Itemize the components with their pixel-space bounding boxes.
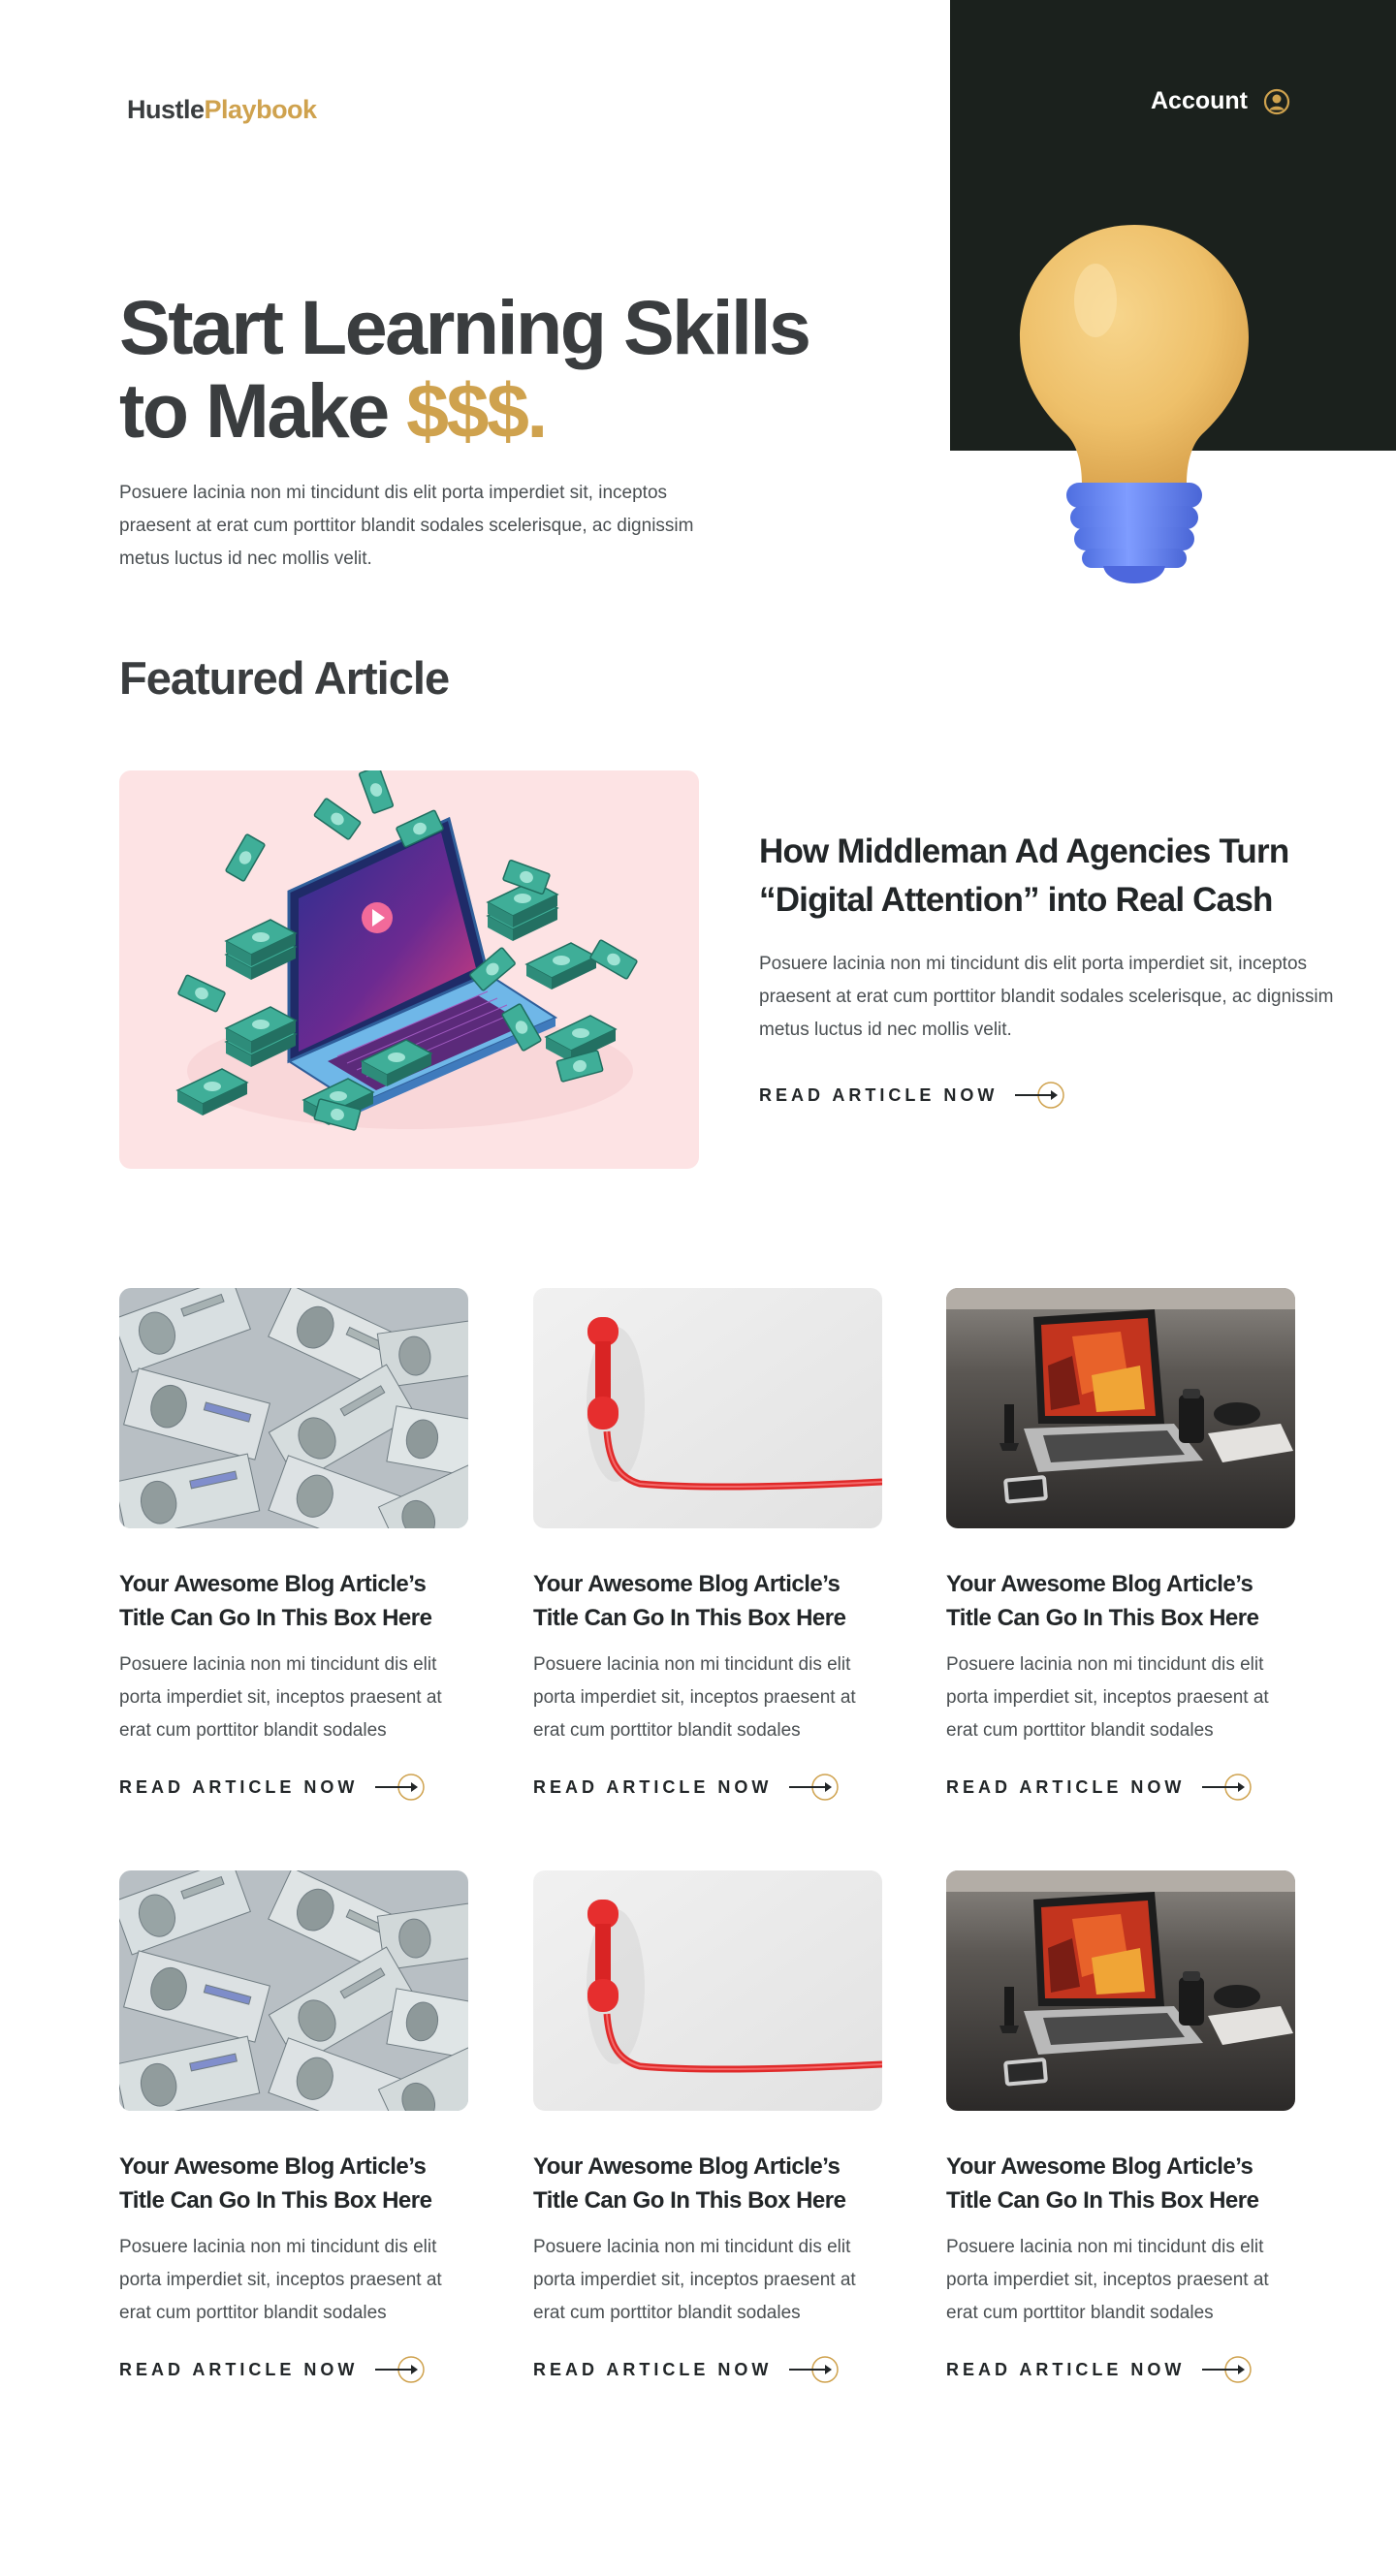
lightbulb-illustration xyxy=(1020,225,1249,583)
read-article-label: READ ARTICLE NOW xyxy=(946,2359,1186,2379)
article-title[interactable]: Your Awesome Blog Article’s Title Can Go… xyxy=(533,1567,882,1635)
featured-read-article-link[interactable]: READ ARTICLE NOW xyxy=(759,1081,1065,1110)
laptop-desk-photo xyxy=(946,1870,1295,2111)
account-label: Account xyxy=(1151,87,1248,114)
laptop-with-money-illustration xyxy=(176,770,639,1132)
arrow-right-circle-icon xyxy=(373,2355,426,2384)
arrow-right-circle-icon xyxy=(787,2355,840,2384)
article-card: Your Awesome Blog Article’s Title Can Go… xyxy=(119,1288,468,1802)
article-title[interactable]: Your Awesome Blog Article’s Title Can Go… xyxy=(119,1567,468,1635)
article-card: Your Awesome Blog Article’s Title Can Go… xyxy=(533,1870,882,2384)
article-image-laptop-desk[interactable] xyxy=(946,1288,1295,1528)
read-article-link[interactable]: READ ARTICLE NOW xyxy=(946,2355,1295,2384)
featured-article-image[interactable] xyxy=(119,770,699,1169)
hero-title-line1: Start Learning Skills xyxy=(119,284,811,370)
article-excerpt: Posuere lacinia non mi tincidunt dis eli… xyxy=(119,2237,442,2323)
article-excerpt: Posuere lacinia non mi tincidunt dis eli… xyxy=(946,2237,1269,2323)
arrow-right-circle-icon xyxy=(1013,1081,1065,1110)
article-excerpt: Posuere lacinia non mi tincidunt dis eli… xyxy=(533,1654,856,1741)
read-article-label: READ ARTICLE NOW xyxy=(119,2359,359,2379)
article-image-dollar-bills[interactable] xyxy=(119,1870,468,2111)
read-article-link[interactable]: READ ARTICLE NOW xyxy=(119,1773,468,1802)
read-article-label: READ ARTICLE NOW xyxy=(946,1776,1186,1797)
article-image-red-telephone[interactable] xyxy=(533,1870,882,2111)
read-article-label: READ ARTICLE NOW xyxy=(533,2359,773,2379)
article-title[interactable]: Your Awesome Blog Article’s Title Can Go… xyxy=(946,2150,1295,2217)
featured-section-title: Featured Article xyxy=(119,652,450,704)
article-excerpt: Posuere lacinia non mi tincidunt dis eli… xyxy=(119,1654,442,1741)
hero-description: Posuere lacinia non mi tincidunt dis eli… xyxy=(119,483,694,569)
article-title[interactable]: Your Awesome Blog Article’s Title Can Go… xyxy=(119,2150,468,2217)
article-image-red-telephone[interactable] xyxy=(533,1288,882,1528)
read-article-link[interactable]: READ ARTICLE NOW xyxy=(946,1773,1295,1802)
article-card: Your Awesome Blog Article’s Title Can Go… xyxy=(533,1288,882,1802)
featured-article-description: Posuere lacinia non mi tincidunt dis eli… xyxy=(759,954,1334,1040)
red-telephone-photo xyxy=(533,1288,882,1528)
hero-title-money: $$$. xyxy=(406,367,548,454)
account-button[interactable]: Account xyxy=(1151,87,1290,115)
user-circle-icon xyxy=(1263,88,1290,114)
dollar-bills-photo xyxy=(119,1288,468,1528)
arrow-right-circle-icon xyxy=(373,1773,426,1802)
logo-text-accent: Playbook xyxy=(204,95,318,124)
dollar-bills-photo xyxy=(119,1870,468,2111)
laptop-desk-photo xyxy=(946,1288,1295,1528)
featured-article-title[interactable]: How Middleman Ad Agencies Turn “Digital … xyxy=(759,828,1341,925)
article-image-laptop-desk[interactable] xyxy=(946,1870,1295,2111)
article-excerpt: Posuere lacinia non mi tincidunt dis eli… xyxy=(946,1654,1269,1741)
read-article-label: READ ARTICLE NOW xyxy=(759,1084,999,1105)
read-article-label: READ ARTICLE NOW xyxy=(533,1776,773,1797)
read-article-link[interactable]: READ ARTICLE NOW xyxy=(533,1773,882,1802)
article-excerpt: Posuere lacinia non mi tincidunt dis eli… xyxy=(533,2237,856,2323)
article-card: Your Awesome Blog Article’s Title Can Go… xyxy=(119,1870,468,2384)
arrow-right-circle-icon xyxy=(1200,2355,1253,2384)
logo-text-primary: Hustle xyxy=(127,95,205,124)
hero-title: Start Learning Skills to Make $$$. xyxy=(119,286,875,453)
article-card: Your Awesome Blog Article’s Title Can Go… xyxy=(946,1870,1295,2384)
article-title[interactable]: Your Awesome Blog Article’s Title Can Go… xyxy=(946,1567,1295,1635)
read-article-label: READ ARTICLE NOW xyxy=(119,1776,359,1797)
red-telephone-photo xyxy=(533,1870,882,2111)
read-article-link[interactable]: READ ARTICLE NOW xyxy=(533,2355,882,2384)
arrow-right-circle-icon xyxy=(787,1773,840,1802)
article-title[interactable]: Your Awesome Blog Article’s Title Can Go… xyxy=(533,2150,882,2217)
site-logo[interactable]: HustlePlaybook xyxy=(127,95,317,125)
hero-title-line2: to Make xyxy=(119,367,407,454)
arrow-right-circle-icon xyxy=(1200,1773,1253,1802)
article-image-dollar-bills[interactable] xyxy=(119,1288,468,1528)
read-article-link[interactable]: READ ARTICLE NOW xyxy=(119,2355,468,2384)
article-card: Your Awesome Blog Article’s Title Can Go… xyxy=(946,1288,1295,1802)
